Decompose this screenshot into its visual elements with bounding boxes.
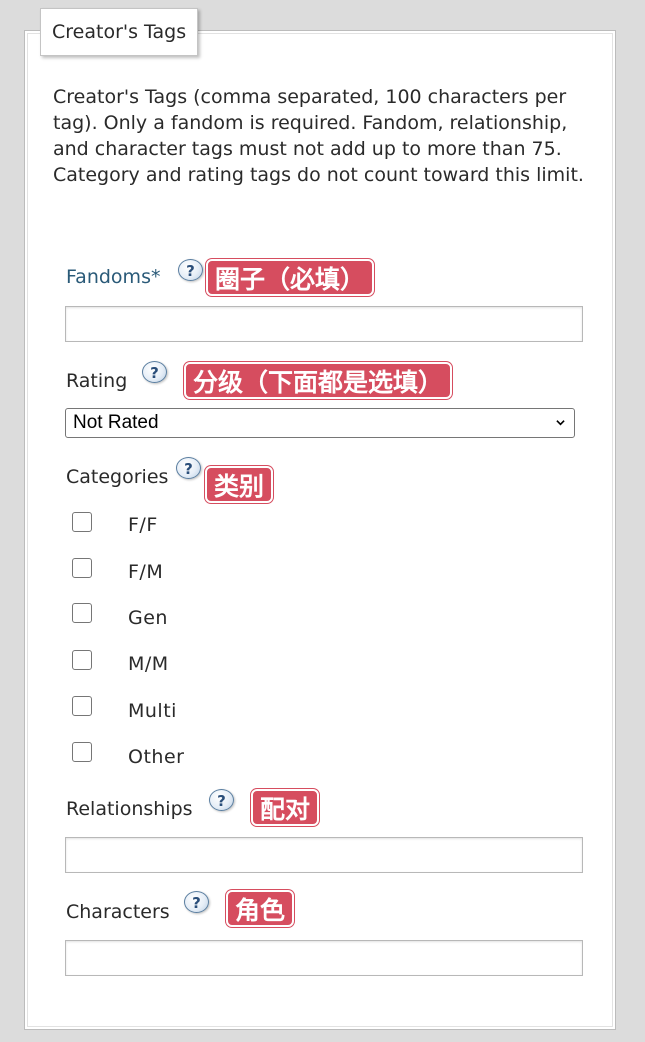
category-mm-label: M/M bbox=[128, 653, 169, 675]
categories-label: Categories bbox=[66, 466, 169, 488]
characters-input[interactable] bbox=[65, 940, 583, 976]
category-ff-checkbox[interactable] bbox=[72, 512, 92, 532]
category-gen-label: Gen bbox=[128, 607, 168, 629]
characters-label: Characters bbox=[66, 901, 170, 923]
tags-description: Creator's Tags (comma separated, 100 cha… bbox=[53, 86, 584, 186]
category-gen-checkbox[interactable] bbox=[72, 603, 92, 623]
category-mm-checkbox[interactable] bbox=[72, 650, 92, 670]
category-fm-label: F/M bbox=[128, 561, 164, 583]
relationships-annotation: 配对 bbox=[251, 789, 320, 826]
rating-annotation: 分级（下面都是选填） bbox=[184, 362, 453, 399]
rating-help-icon[interactable]: ? bbox=[142, 361, 167, 383]
rating-select[interactable]: Not Rated bbox=[65, 408, 575, 438]
rating-selected-value: Not Rated bbox=[73, 412, 159, 433]
category-multi-label: Multi bbox=[128, 700, 177, 722]
category-other-checkbox[interactable] bbox=[72, 742, 92, 762]
relationships-label: Relationships bbox=[66, 798, 193, 820]
fandoms-input[interactable] bbox=[65, 306, 583, 342]
chevron-down-icon bbox=[556, 420, 565, 426]
fieldset-legend: Creator's Tags bbox=[40, 8, 199, 56]
rating-label: Rating bbox=[66, 370, 128, 392]
category-multi-checkbox[interactable] bbox=[72, 696, 92, 716]
fandoms-label: Fandoms* bbox=[66, 266, 161, 288]
fandoms-help-icon[interactable]: ? bbox=[178, 259, 203, 281]
category-other-label: Other bbox=[128, 746, 185, 768]
characters-help-icon[interactable]: ? bbox=[184, 891, 209, 913]
category-ff-label: F/F bbox=[128, 514, 158, 536]
categories-help-icon[interactable]: ? bbox=[176, 457, 201, 479]
relationships-input[interactable] bbox=[65, 837, 583, 873]
fandoms-annotation: 圈子（必填） bbox=[206, 259, 375, 296]
characters-annotation: 角色 bbox=[226, 890, 295, 927]
relationships-help-icon[interactable]: ? bbox=[209, 789, 234, 811]
categories-annotation: 类别 bbox=[205, 466, 274, 503]
category-fm-checkbox[interactable] bbox=[72, 558, 92, 578]
